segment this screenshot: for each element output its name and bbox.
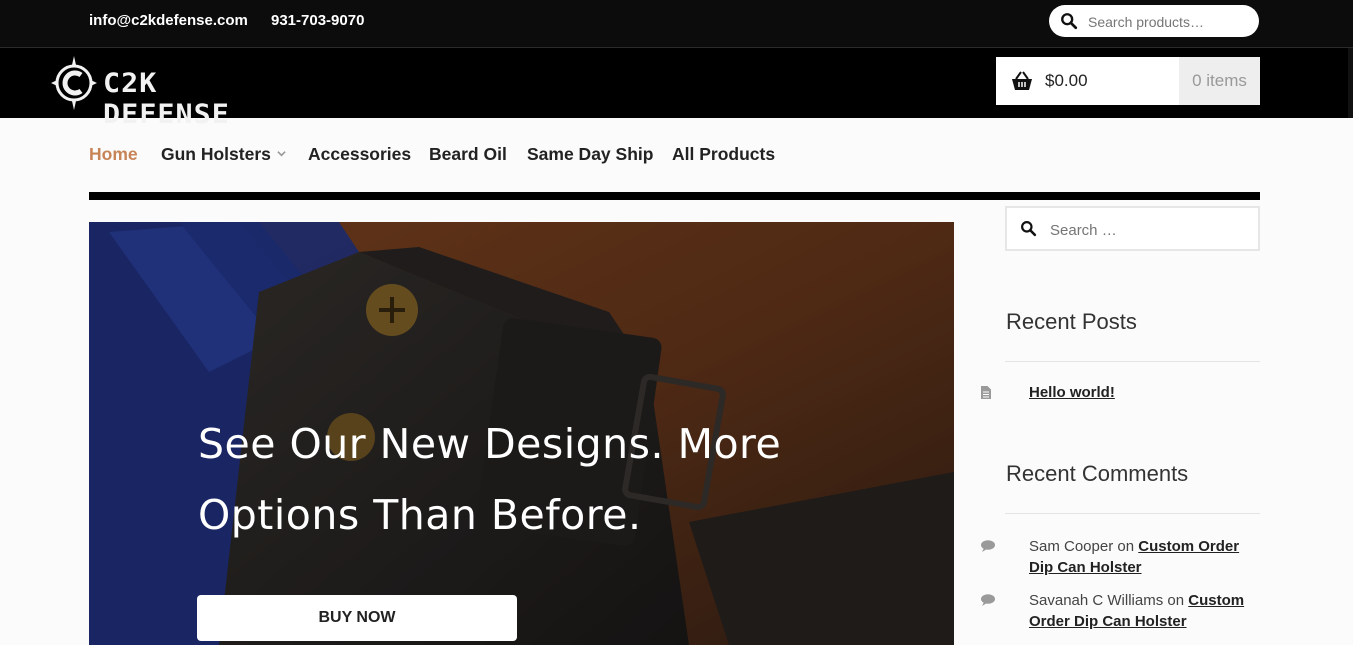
post-link-hello-world[interactable]: Hello world! bbox=[1029, 384, 1115, 401]
site-header: C2K DEFENSE $0.00 0 items bbox=[0, 48, 1353, 130]
nav-item-home[interactable]: Home bbox=[89, 144, 138, 165]
search-icon[interactable] bbox=[1020, 220, 1037, 237]
cart-summary[interactable]: $0.00 0 items bbox=[996, 57, 1260, 105]
comment-item: Sam Cooper on Custom Order Dip Can Holst… bbox=[1029, 536, 1259, 578]
chevron-down-icon bbox=[277, 151, 286, 157]
nav-divider bbox=[89, 192, 1260, 200]
recent-posts-divider bbox=[1005, 361, 1260, 362]
top-bar: info@c2kdefense.com 931-703-9070 bbox=[0, 0, 1353, 48]
recent-posts-title: Recent Posts bbox=[1006, 309, 1137, 334]
comment-item: Savanah C Williams on Custom Order Dip C… bbox=[1029, 590, 1259, 632]
basket-icon bbox=[1012, 71, 1032, 90]
site-logo[interactable]: C2K DEFENSE bbox=[45, 54, 285, 130]
nav-item-same-day-ship[interactable]: Same Day Ship bbox=[527, 144, 653, 165]
nav-item-accessories[interactable]: Accessories bbox=[308, 144, 411, 165]
logo-emblem bbox=[51, 56, 97, 110]
hero-headline-line-1: See Our New Designs. More bbox=[198, 420, 782, 468]
comment-connector: on bbox=[1167, 592, 1185, 609]
product-search bbox=[1049, 5, 1259, 37]
contact-email[interactable]: info@c2kdefense.com bbox=[89, 12, 248, 29]
contact-phone[interactable]: 931-703-9070 bbox=[271, 12, 364, 29]
cart-amount: $0.00 bbox=[1045, 71, 1088, 90]
comment-author: Sam Cooper bbox=[1029, 538, 1114, 555]
cart-item-count: 0 items bbox=[1179, 57, 1260, 105]
comment-author: Savanah C Williams bbox=[1029, 592, 1164, 609]
buy-now-button[interactable]: BUY NOW bbox=[197, 595, 517, 641]
nav-item-label: Gun Holsters bbox=[161, 144, 271, 164]
document-icon bbox=[981, 386, 991, 399]
recent-comments-title: Recent Comments bbox=[1006, 461, 1189, 486]
hero-banner: See Our New Designs. More Options Than B… bbox=[89, 222, 954, 645]
product-search-input[interactable] bbox=[1086, 11, 1255, 33]
sidebar-search-input[interactable] bbox=[1048, 219, 1252, 241]
comment-icon bbox=[981, 540, 995, 552]
nav-item-gun-holsters[interactable]: Gun Holsters bbox=[161, 144, 286, 165]
nav-item-beard-oil[interactable]: Beard Oil bbox=[429, 144, 507, 165]
nav-item-all-products[interactable]: All Products bbox=[672, 144, 775, 165]
comment-connector: on bbox=[1117, 538, 1135, 555]
header-edge bbox=[1348, 48, 1353, 118]
hero-headline: See Our New Designs. More Options Than B… bbox=[198, 409, 838, 551]
hero-headline-line-2: Options Than Before. bbox=[198, 491, 642, 539]
recent-comments-divider bbox=[1005, 513, 1260, 514]
search-icon[interactable] bbox=[1060, 12, 1078, 30]
sidebar-search bbox=[1005, 206, 1260, 251]
logo-text: C2K DEFENSE bbox=[103, 68, 230, 130]
comment-icon bbox=[981, 594, 995, 606]
